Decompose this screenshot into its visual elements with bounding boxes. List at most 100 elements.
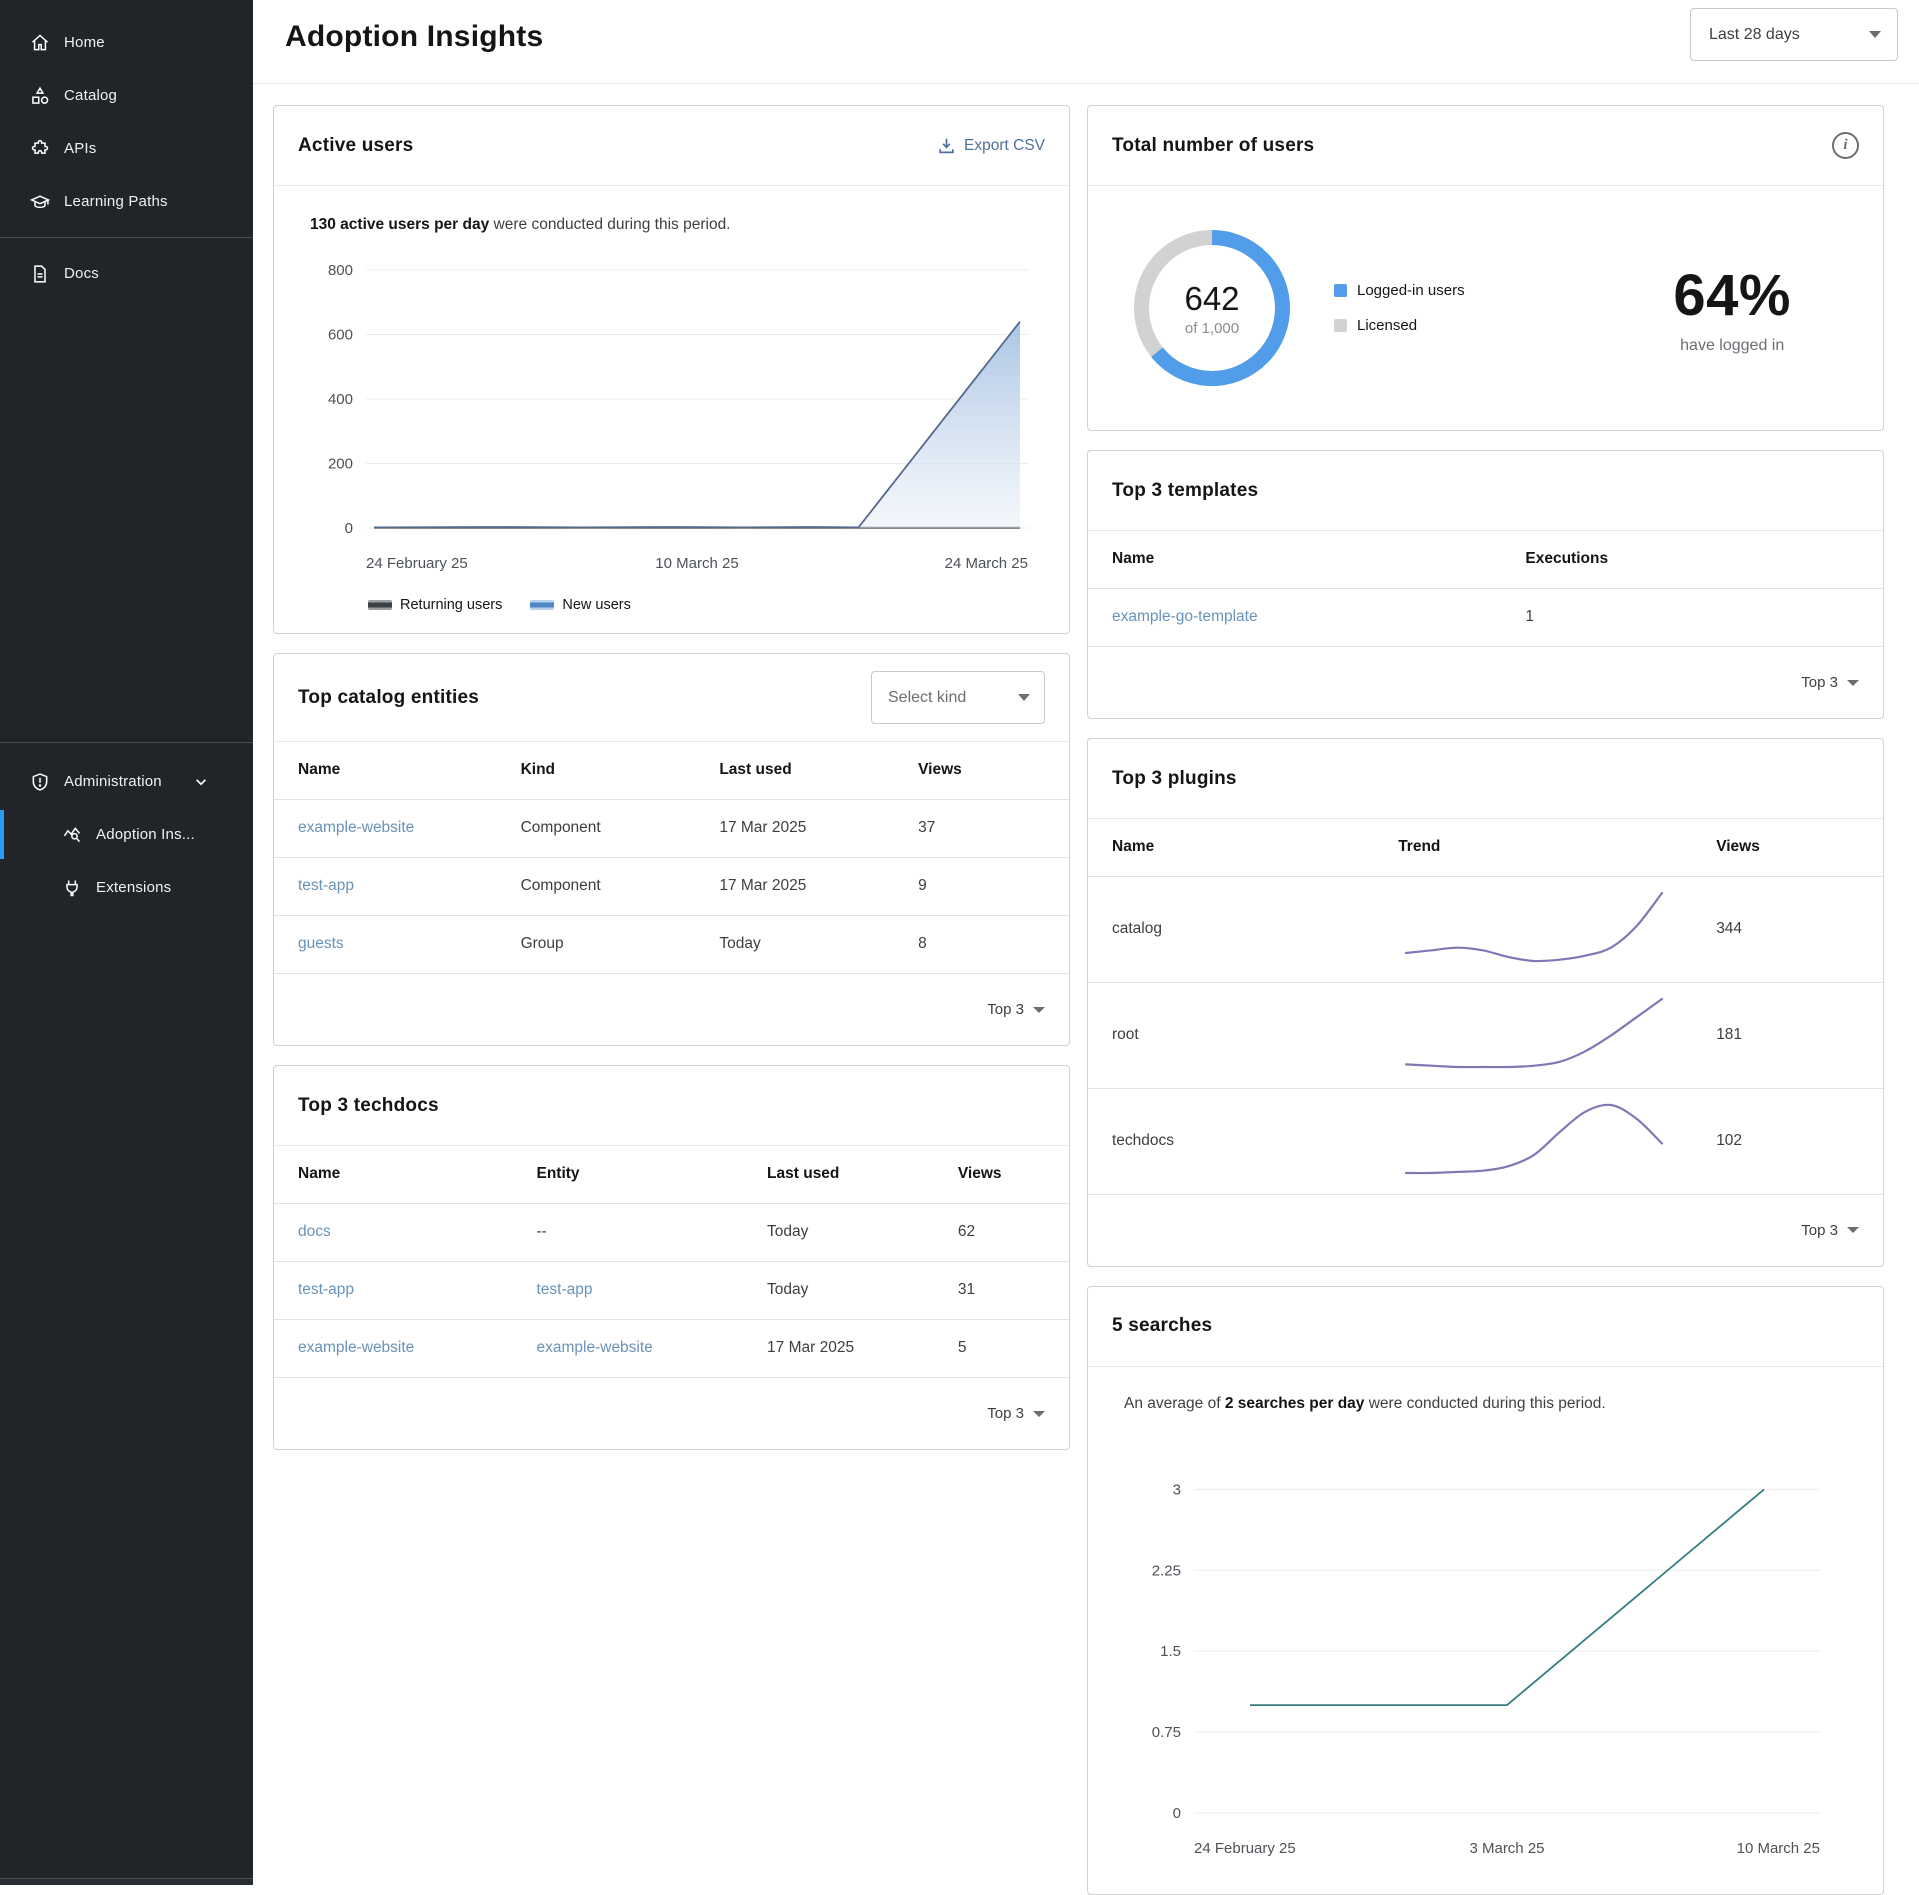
searches-chart: 00.751.52.25324 February 253 March 2510 … bbox=[1116, 1433, 1855, 1884]
table-row: example-go-template 1 bbox=[1088, 588, 1883, 646]
sidebar-item-label: Administration bbox=[64, 773, 162, 790]
donut-legend: Logged-in users Licensed bbox=[1334, 282, 1465, 334]
entity-link[interactable]: test-app bbox=[298, 877, 354, 894]
techdoc-link[interactable]: test-app bbox=[298, 1281, 354, 1298]
puzzle-icon bbox=[30, 139, 50, 159]
sidebar-item-label: Docs bbox=[64, 265, 99, 282]
top3-selector[interactable]: Top 3 bbox=[274, 973, 1069, 1045]
entity-link[interactable]: guests bbox=[298, 935, 344, 952]
sidebar-item-apis[interactable]: APIs bbox=[0, 122, 253, 175]
searches-summary: An average of 2 searches per day were co… bbox=[1124, 1395, 1855, 1413]
searches-card: 5 searches An average of 2 searches per … bbox=[1087, 1286, 1884, 1895]
date-range-value: Last 28 days bbox=[1709, 26, 1800, 44]
dashboard-content: Active users Export CSV 130 active users… bbox=[253, 84, 1919, 1895]
document-icon bbox=[30, 264, 50, 284]
card-title: 5 searches bbox=[1112, 1315, 1212, 1337]
category-icon bbox=[30, 86, 50, 106]
table-row: catalog 344 bbox=[1088, 876, 1883, 982]
date-range-select[interactable]: Last 28 days bbox=[1690, 8, 1898, 61]
table-row: test-app Component 17 Mar 2025 9 bbox=[274, 857, 1069, 915]
sidebar-divider bbox=[0, 237, 253, 238]
top3-selector[interactable]: Top 3 bbox=[1088, 1194, 1883, 1266]
table-row: guests Group Today 8 bbox=[274, 915, 1069, 973]
select-kind-dropdown[interactable]: Select kind bbox=[871, 671, 1045, 724]
caret-down-icon bbox=[1847, 680, 1859, 686]
sidebar-item-label: Extensions bbox=[96, 879, 171, 896]
sidebar-item-learning-paths[interactable]: Learning Paths bbox=[0, 175, 253, 228]
sidebar-item-extensions[interactable]: Extensions bbox=[0, 861, 253, 914]
donut-subtext: of 1,000 bbox=[1185, 320, 1239, 337]
techdoc-link[interactable]: docs bbox=[298, 1223, 331, 1240]
sidebar-item-home[interactable]: Home bbox=[0, 16, 253, 69]
sidebar-footer-strip bbox=[0, 1878, 253, 1885]
active-indicator bbox=[0, 810, 4, 859]
table-row: docs -- Today 62 bbox=[274, 1203, 1069, 1261]
table-row: techdocs 102 bbox=[1088, 1088, 1883, 1194]
table-header-row: Name Executions bbox=[1088, 531, 1883, 588]
svg-text:0: 0 bbox=[1173, 1805, 1181, 1822]
users-donut-chart: 642 of 1,000 bbox=[1124, 220, 1300, 396]
sidebar-item-docs[interactable]: Docs bbox=[0, 247, 253, 300]
left-column: Active users Export CSV 130 active users… bbox=[273, 105, 1070, 1895]
active-users-chart: 020040060080024 February 2510 March 2524… bbox=[302, 254, 1041, 595]
svg-text:1.5: 1.5 bbox=[1160, 1643, 1181, 1660]
sidebar-item-catalog[interactable]: Catalog bbox=[0, 69, 253, 122]
caret-down-icon bbox=[1847, 1227, 1859, 1233]
card-title: Active users bbox=[298, 135, 413, 157]
card-title: Total number of users bbox=[1112, 135, 1314, 157]
export-csv-button[interactable]: Export CSV bbox=[938, 137, 1045, 155]
trend-sparkline bbox=[1398, 1062, 1670, 1079]
licensed-swatch bbox=[1334, 319, 1347, 332]
sidebar-item-administration[interactable]: Administration bbox=[0, 755, 253, 808]
svg-text:0: 0 bbox=[345, 520, 353, 537]
entity-link[interactable]: example-website bbox=[298, 819, 414, 836]
page-header: Adoption Insights Last 28 days bbox=[253, 0, 1919, 84]
svg-text:600: 600 bbox=[328, 327, 353, 344]
sidebar-item-label: Adoption Ins... bbox=[96, 826, 195, 843]
legend-returning-users: Returning users bbox=[368, 597, 502, 613]
template-link[interactable]: example-go-template bbox=[1112, 608, 1258, 625]
legend-licensed: Licensed bbox=[1334, 317, 1465, 334]
entity-link[interactable]: example-website bbox=[537, 1339, 653, 1356]
table-row: example-website Component 17 Mar 2025 37 bbox=[274, 799, 1069, 857]
sidebar-item-label: Home bbox=[64, 34, 105, 51]
caret-down-icon bbox=[1869, 31, 1881, 38]
caret-down-icon bbox=[1018, 694, 1030, 701]
sidebar-item-label: Learning Paths bbox=[64, 193, 168, 210]
entity-link[interactable]: test-app bbox=[537, 1281, 593, 1298]
table-header-row: Name Trend Views bbox=[1088, 819, 1883, 876]
download-icon bbox=[938, 137, 955, 154]
logged-in-percent: 64% have logged in bbox=[1673, 262, 1791, 355]
svg-text:10 March 25: 10 March 25 bbox=[655, 555, 738, 572]
top3-selector[interactable]: Top 3 bbox=[274, 1377, 1069, 1449]
card-title: Top 3 techdocs bbox=[298, 1095, 439, 1117]
new-users-swatch bbox=[530, 600, 554, 610]
svg-text:3 March 25: 3 March 25 bbox=[1469, 1840, 1544, 1857]
legend-logged-in: Logged-in users bbox=[1334, 282, 1465, 299]
chart-legend: Returning users New users bbox=[302, 597, 1041, 613]
total-users-card: Total number of users i 642 of 1,000 bbox=[1087, 105, 1884, 431]
right-column: Total number of users i 642 of 1,000 bbox=[1087, 105, 1884, 1895]
sidebar-item-adoption-insights[interactable]: Adoption Ins... bbox=[0, 808, 253, 861]
top-plugins-card: Top 3 plugins Name Trend Views catalog 3… bbox=[1087, 738, 1884, 1267]
svg-text:24 February 25: 24 February 25 bbox=[366, 555, 468, 572]
table-header-row: Name Entity Last used Views bbox=[274, 1146, 1069, 1203]
table-row: test-app test-app Today 31 bbox=[274, 1261, 1069, 1319]
table-header-row: Name Kind Last used Views bbox=[274, 742, 1069, 799]
svg-text:2.25: 2.25 bbox=[1152, 1562, 1181, 1579]
card-title: Top 3 templates bbox=[1112, 480, 1258, 502]
top-catalog-entities-card: Top catalog entities Select kind Name Ki… bbox=[273, 653, 1070, 1046]
top-templates-card: Top 3 templates Name Executions example-… bbox=[1087, 450, 1884, 719]
plug-icon bbox=[62, 878, 82, 898]
info-icon[interactable]: i bbox=[1832, 132, 1859, 159]
sidebar-item-label: Catalog bbox=[64, 87, 117, 104]
techdoc-link[interactable]: example-website bbox=[298, 1339, 414, 1356]
main-area: Adoption Insights Last 28 days Active us… bbox=[253, 0, 1919, 1885]
chevron-down-icon[interactable] bbox=[191, 775, 211, 789]
top3-selector[interactable]: Top 3 bbox=[1088, 646, 1883, 718]
table-row: root 181 bbox=[1088, 982, 1883, 1088]
top-techdocs-card: Top 3 techdocs Name Entity Last used Vie… bbox=[273, 1065, 1070, 1450]
sidebar: Home Catalog APIs Learning Paths Docs Ad… bbox=[0, 0, 253, 1885]
svg-text:400: 400 bbox=[328, 391, 353, 408]
sidebar-admin-section: Administration Adoption Ins... Extension… bbox=[0, 742, 253, 914]
